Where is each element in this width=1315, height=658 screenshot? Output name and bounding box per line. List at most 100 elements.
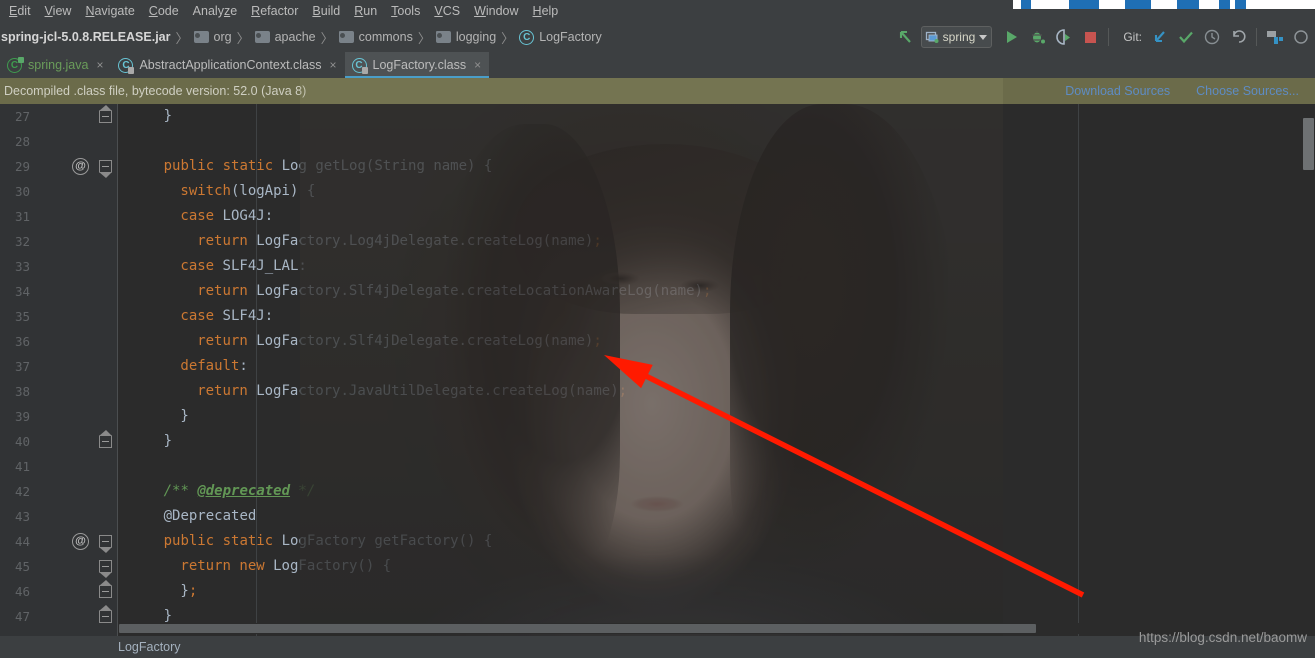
choose-sources-link[interactable]: Choose Sources... — [1196, 84, 1299, 98]
code-line[interactable]: 37 default: — [0, 354, 1315, 379]
code-line[interactable]: 41 — [0, 454, 1315, 479]
code-line[interactable]: 29 @ public static Log getLog(String name)… — [0, 154, 1315, 179]
breadcrumb-separator: 〉 — [175, 30, 189, 46]
menu-item-vcs[interactable]: VCS — [427, 0, 467, 22]
folder-icon — [435, 31, 451, 43]
git-label: Git: — [1123, 30, 1142, 44]
code-text: return LogFactory.Slf4jDelegate.createLo… — [197, 333, 602, 349]
code-editor[interactable]: 27} 28 29 @ public static Log getLog(String … — [0, 104, 1315, 636]
menu-item-code[interactable]: Code — [142, 0, 186, 22]
code-line[interactable]: 30 switch(logApi) { — [0, 179, 1315, 204]
breadcrumb-item-label: commons — [358, 30, 413, 44]
settings-icon[interactable] — [1289, 25, 1313, 49]
code-line[interactable]: 33 case SLF4J_LAL: — [0, 254, 1315, 279]
line-number: 36 — [14, 334, 30, 349]
line-number: 43 — [14, 509, 30, 524]
breadcrumb-separator: 〉 — [501, 30, 515, 46]
back-arrow-icon[interactable] — [893, 25, 917, 49]
annotation-gutter-icon[interactable]: @ — [72, 158, 89, 175]
code-line[interactable]: 45 return new LogFactory() { — [0, 554, 1315, 579]
breadcrumb-item-label: org — [213, 30, 232, 44]
close-icon[interactable]: × — [96, 58, 103, 72]
breadcrumb-item-logfactory[interactable]: C LogFactory — [516, 29, 605, 45]
line-number: 38 — [14, 384, 30, 399]
menu-item-run[interactable]: Run — [347, 0, 384, 22]
partial-overlay-strip — [1013, 0, 1315, 9]
menu-item-analyze[interactable]: Analyze — [186, 0, 244, 22]
code-line[interactable]: 36 return LogFactory.Slf4jDelegate.create… — [0, 329, 1315, 354]
code-text: return LogFactory.Slf4jDelegate.createLo… — [197, 283, 712, 299]
class-file-icon: C — [351, 57, 368, 74]
menu-item-window[interactable]: Window — [467, 0, 525, 22]
code-fold-toggle[interactable] — [99, 580, 112, 598]
code-line[interactable]: 43 @Deprecated — [0, 504, 1315, 529]
editor-tab-label: spring.java — [28, 58, 89, 72]
history-icon[interactable] — [1200, 25, 1224, 49]
breadcrumb-item-org[interactable]: org — [191, 30, 235, 44]
download-sources-link[interactable]: Download Sources — [1065, 84, 1170, 98]
code-line[interactable]: 35 case SLF4J: — [0, 304, 1315, 329]
code-line[interactable]: 28 — [0, 129, 1315, 154]
code-line[interactable]: 38 return LogFactory.JavaUtilDelegate.cre… — [0, 379, 1315, 404]
editor-tab-spring-java[interactable]: Cspring.java × — [0, 52, 112, 78]
stop-icon[interactable] — [1078, 25, 1102, 49]
code-line[interactable]: 31 case LOG4J: — [0, 204, 1315, 229]
code-line[interactable]: 27} — [0, 104, 1315, 129]
line-number: 45 — [14, 559, 30, 574]
project-structure-icon[interactable] — [1263, 25, 1287, 49]
close-icon[interactable]: × — [330, 58, 337, 72]
toolbar-divider — [1108, 28, 1110, 46]
breadcrumb-separator: 〉 — [236, 30, 250, 46]
breadcrumb-separator: 〉 — [417, 30, 431, 46]
close-icon[interactable]: × — [474, 58, 481, 72]
code-line[interactable]: 46}; — [0, 579, 1315, 604]
line-number: 41 — [14, 459, 30, 474]
line-number: 35 — [14, 309, 30, 324]
menu-item-tools[interactable]: Tools — [384, 0, 427, 22]
rollback-icon[interactable] — [1226, 25, 1250, 49]
code-line[interactable]: 32 return LogFactory.Log4jDelegate.create… — [0, 229, 1315, 254]
code-fold-toggle[interactable] — [99, 105, 112, 123]
code-text: @Deprecated — [163, 508, 257, 524]
commit-icon[interactable] — [1174, 25, 1198, 49]
code-text: case SLF4J_LAL: — [180, 258, 307, 274]
menu-item-navigate[interactable]: Navigate — [78, 0, 141, 22]
breadcrumb-item-apache[interactable]: apache — [252, 30, 319, 44]
code-fold-toggle[interactable] — [99, 160, 112, 178]
status-bar-text: LogFactory — [118, 640, 181, 654]
chevron-down-icon[interactable] — [979, 34, 988, 40]
breadcrumb-item-commons[interactable]: commons — [336, 30, 416, 44]
horizontal-scrollbar-thumb[interactable] — [119, 624, 1036, 633]
run-configuration-selector[interactable]: spring — [920, 26, 993, 48]
code-line[interactable]: 42 /** @deprecated */ — [0, 479, 1315, 504]
breadcrumb-item-spring-jcl-5-0-8-release-jar[interactable]: spring-jcl-5.0.8.RELEASE.jar — [0, 30, 174, 44]
code-fold-toggle[interactable] — [99, 535, 112, 553]
menu-item-refactor[interactable]: Refactor — [244, 0, 305, 22]
breadcrumb-item-label: apache — [274, 30, 316, 44]
editor-tab-abstractapplicationcontext-class[interactable]: C AbstractApplicationContext.class × — [111, 52, 345, 78]
menu-item-edit[interactable]: Edit — [2, 0, 38, 22]
annotation-gutter-icon[interactable]: @ — [72, 533, 89, 550]
code-text: return new LogFactory() { — [180, 558, 392, 574]
breadcrumb-item-logging[interactable]: logging — [433, 30, 499, 44]
debug-icon[interactable] — [1026, 25, 1050, 49]
menu-item-help[interactable]: Help — [526, 0, 566, 22]
update-project-icon[interactable] — [1148, 25, 1172, 49]
decompiled-message: Decompiled .class file, bytecode version… — [4, 84, 307, 98]
menu-item-view[interactable]: View — [38, 0, 79, 22]
run-with-coverage-icon[interactable] — [1052, 25, 1076, 49]
vertical-scrollbar-track[interactable] — [1302, 104, 1315, 636]
code-fold-toggle[interactable] — [99, 430, 112, 448]
line-number: 27 — [14, 109, 30, 124]
code-fold-toggle[interactable] — [99, 605, 112, 623]
run-icon[interactable] — [1000, 25, 1024, 49]
code-line[interactable]: 44 @ public static LogFactory getFactory()… — [0, 529, 1315, 554]
code-text: /** @deprecated */ — [163, 483, 316, 499]
code-line[interactable]: 34 return LogFactory.Slf4jDelegate.create… — [0, 279, 1315, 304]
vertical-scrollbar-thumb[interactable] — [1303, 118, 1314, 170]
code-line[interactable]: 39} — [0, 404, 1315, 429]
menu-item-build[interactable]: Build — [305, 0, 347, 22]
editor-tab-logfactory-class[interactable]: C LogFactory.class × — [344, 52, 490, 78]
code-fold-toggle[interactable] — [99, 560, 112, 578]
code-line[interactable]: 40} — [0, 429, 1315, 454]
